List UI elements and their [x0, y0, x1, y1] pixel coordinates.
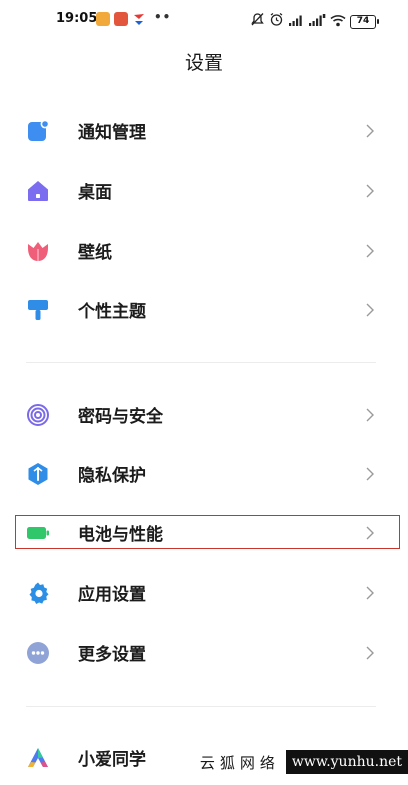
gear-icon — [29, 582, 49, 604]
status-icons: 74 — [250, 12, 379, 31]
settings-item-more-settings[interactable]: 更多设置 — [0, 623, 408, 683]
page-title: 设置 — [184, 52, 223, 74]
chevron-right-icon — [366, 586, 374, 600]
shield-icon — [28, 463, 48, 485]
alarm-icon — [269, 12, 284, 31]
settings-item-wallpaper[interactable]: 壁纸 — [0, 221, 408, 281]
settings-item-password-security[interactable]: 密码与安全 — [0, 385, 408, 445]
section-divider — [26, 706, 376, 707]
battery-indicator: 74 — [350, 14, 379, 29]
settings-item-app-settings[interactable]: 应用设置 — [0, 563, 408, 623]
silent-icon — [250, 12, 265, 31]
settings-item-label: 应用设置 — [78, 585, 146, 605]
settings-item-themes[interactable]: 个性主题 — [0, 280, 408, 340]
watermark-cn: 云狐网络 — [195, 751, 286, 773]
settings-item-privacy[interactable]: 隐私保护 — [0, 444, 408, 504]
section-divider — [26, 362, 376, 363]
xiaoai-icon — [28, 748, 48, 767]
watermark-url: www.yunhu.net — [285, 750, 408, 774]
chevron-right-icon — [366, 184, 374, 198]
status-time: 19:05 — [56, 11, 98, 26]
settings-item-label: 隐私保护 — [78, 466, 146, 486]
settings-item-battery-performance[interactable]: 电池与性能 — [0, 503, 408, 563]
app-notification-icon — [132, 12, 146, 26]
settings-item-label: 小爱同学 — [78, 750, 146, 770]
signal-icon — [288, 12, 304, 31]
battery-icon — [27, 527, 49, 539]
status-bar: 19:05 •• 74 — [0, 8, 408, 32]
settings-item-label: 密码与安全 — [78, 407, 163, 427]
chevron-right-icon — [366, 408, 374, 422]
chevron-right-icon — [366, 244, 374, 258]
brush-icon — [28, 300, 48, 320]
settings-item-desktop[interactable]: 桌面 — [0, 161, 408, 221]
app-notification-icon — [114, 12, 128, 26]
settings-screen: 19:05 •• 74 设置 通知管理 桌面 壁纸 个性主题 密码与安全 隐私保… — [0, 0, 408, 785]
settings-item-label: 更多设置 — [78, 645, 146, 665]
chevron-right-icon — [366, 646, 374, 660]
settings-item-label: 个性主题 — [78, 302, 146, 322]
settings-item-label: 壁纸 — [78, 243, 112, 263]
settings-item-label: 电池与性能 — [78, 525, 163, 545]
settings-item-label: 桌面 — [78, 183, 112, 203]
chevron-right-icon — [366, 124, 374, 138]
chevron-right-icon — [366, 526, 374, 540]
app-notification-icon — [96, 12, 110, 26]
signal-hd-icon — [308, 12, 326, 31]
notification-icon — [28, 119, 50, 141]
wifi-icon — [330, 12, 346, 31]
watermark: 云狐网络 www.yunhu.net — [195, 750, 408, 774]
more-notifications-icon: •• — [154, 10, 172, 24]
more-icon — [27, 642, 49, 664]
settings-item-label: 通知管理 — [78, 123, 146, 143]
fingerprint-icon — [27, 404, 49, 426]
chevron-right-icon — [366, 303, 374, 317]
tulip-icon — [28, 242, 48, 261]
settings-item-notifications[interactable]: 通知管理 — [0, 101, 408, 161]
chevron-right-icon — [366, 467, 374, 481]
home-icon — [28, 181, 48, 201]
